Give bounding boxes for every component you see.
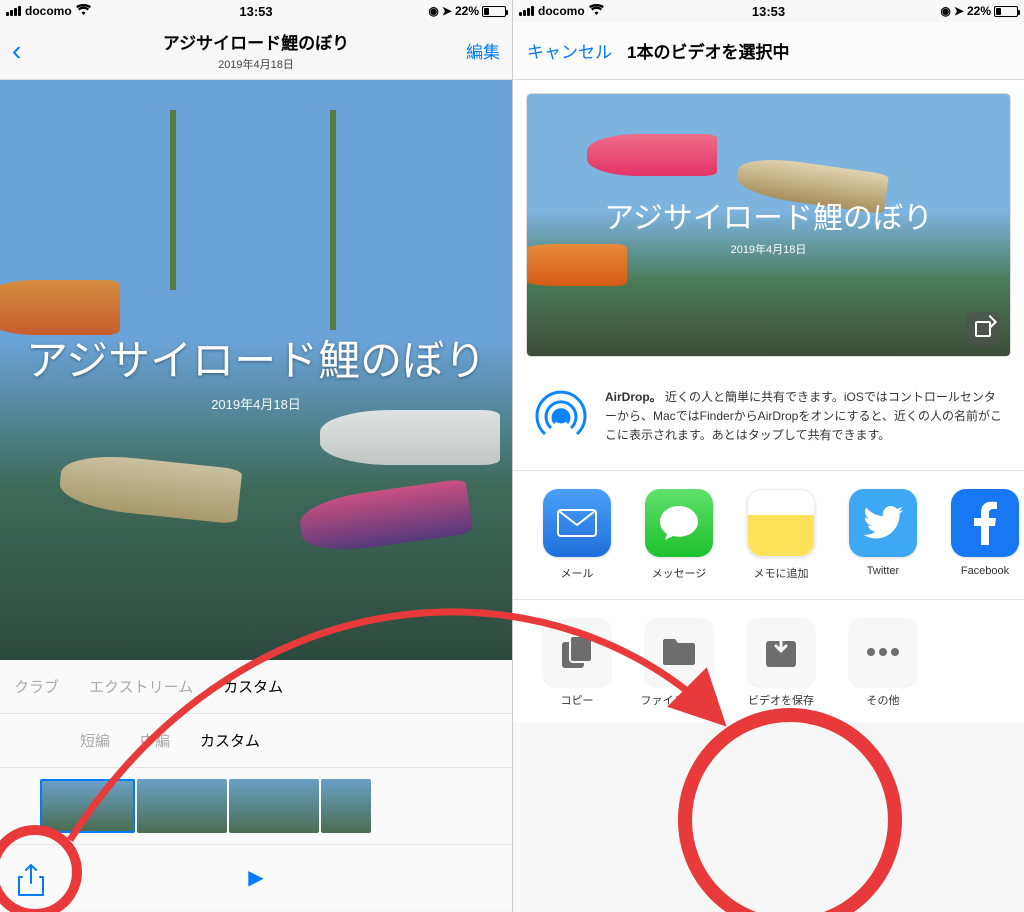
- battery-icon: [994, 6, 1018, 17]
- share-app-twitter[interactable]: Twitter: [841, 489, 925, 581]
- action-copy[interactable]: コピー: [535, 618, 619, 708]
- style-option[interactable]: エクストリーム: [89, 676, 193, 697]
- share-sheet-screen: docomo 13:53 ◉ ➤ 22% キャンセル 1本のビデオを選択中 アジ…: [512, 0, 1024, 912]
- share-app-notes[interactable]: メモに追加: [739, 489, 823, 581]
- koinobori-deco: [58, 451, 243, 525]
- share-button[interactable]: [18, 864, 44, 894]
- facebook-icon: [951, 489, 1019, 557]
- length-option[interactable]: 中編: [140, 730, 170, 751]
- action-save-video[interactable]: ビデオを保存: [739, 618, 823, 708]
- status-time: 13:53: [513, 4, 1024, 19]
- airdrop-text: AirDrop。 近くの人と簡単に共有できます。iOSではコントロールセンターか…: [605, 388, 1004, 446]
- airdrop-icon: [533, 388, 589, 444]
- thumb-date: 2019年4月18日: [731, 241, 807, 257]
- copy-icon: [543, 618, 611, 686]
- action-label: ファイルに保存: [637, 694, 721, 708]
- app-label: メール: [535, 565, 619, 581]
- clip-thumbnail[interactable]: [229, 779, 319, 833]
- clip-thumbnail[interactable]: [40, 779, 135, 833]
- download-icon: [747, 618, 815, 686]
- more-icon: [849, 618, 917, 686]
- memory-editor-screen: docomo 13:53 ◉ ➤ 22% ‹ アジサイロード鯉のぼり 2019年…: [0, 0, 512, 912]
- app-label: Facebook: [943, 565, 1024, 577]
- action-label: ビデオを保存: [739, 694, 823, 708]
- video-thumbnail[interactable]: アジサイロード鯉のぼり 2019年4月18日: [527, 94, 1010, 356]
- flagpole-deco: [170, 110, 176, 290]
- length-option[interactable]: 短編: [80, 730, 110, 751]
- battery-icon: [482, 6, 506, 17]
- clip-thumbnail[interactable]: [137, 779, 227, 833]
- airdrop-heading: AirDrop。: [605, 390, 662, 404]
- back-button[interactable]: ‹: [12, 37, 72, 65]
- folder-icon: [645, 618, 713, 686]
- app-label: メモに追加: [739, 565, 823, 581]
- page-subtitle: 2019年4月18日: [72, 56, 440, 72]
- action-more[interactable]: その他: [841, 618, 925, 708]
- fullscreen-button[interactable]: [966, 312, 1000, 346]
- style-option-selected[interactable]: カスタム: [223, 676, 283, 697]
- koinobori-deco: [527, 244, 627, 286]
- koinobori-deco: [320, 410, 500, 465]
- selected-media-area: アジサイロード鯉のぼり 2019年4月18日: [513, 80, 1024, 370]
- airdrop-description: 近くの人と簡単に共有できます。iOSではコントロールセンターから、MacではFi…: [605, 390, 1002, 442]
- messages-icon: [645, 489, 713, 557]
- play-button[interactable]: ▶: [248, 865, 263, 890]
- share-app-row[interactable]: メール メッセージ メモに追加 Twitter Facebook: [513, 471, 1024, 600]
- bottom-toolbar: ▶: [0, 844, 512, 910]
- memory-preview[interactable]: アジサイロード鯉のぼり 2019年4月18日: [0, 80, 512, 660]
- action-save-to-files[interactable]: ファイルに保存: [637, 618, 721, 708]
- page-title: アジサイロード鯉のぼり: [72, 29, 440, 54]
- length-option-selected[interactable]: カスタム: [200, 730, 260, 751]
- length-picker-row[interactable]: 短編 中編 カスタム: [0, 714, 512, 768]
- action-label: その他: [841, 694, 925, 708]
- app-label: メッセージ: [637, 565, 721, 581]
- flagpole-deco: [330, 110, 336, 330]
- cancel-button[interactable]: キャンセル: [527, 38, 627, 63]
- app-label: Twitter: [841, 565, 925, 577]
- share-app-mail[interactable]: メール: [535, 489, 619, 581]
- status-bar: docomo 13:53 ◉ ➤ 22%: [0, 0, 512, 22]
- chevron-left-icon: ‹: [12, 35, 21, 66]
- edit-button[interactable]: 編集: [440, 38, 500, 63]
- notes-icon: [747, 489, 815, 557]
- status-time: 13:53: [0, 4, 512, 19]
- share-app-messages[interactable]: メッセージ: [637, 489, 721, 581]
- share-action-row[interactable]: コピー ファイルに保存 ビデオを保存 その他: [513, 600, 1024, 722]
- expand-icon: [975, 321, 991, 337]
- mail-icon: [543, 489, 611, 557]
- style-option[interactable]: クラブ: [14, 676, 59, 697]
- status-bar: docomo 13:53 ◉ ➤ 22%: [513, 0, 1024, 22]
- hero-date: 2019年4月18日: [211, 394, 301, 413]
- share-title: 1本のビデオを選択中: [627, 38, 789, 63]
- action-label: コピー: [535, 694, 619, 708]
- thumb-title: アジサイロード鯉のぼり: [604, 193, 933, 237]
- twitter-icon: [849, 489, 917, 557]
- style-picker-row[interactable]: クラブ エクストリーム カスタム: [0, 660, 512, 714]
- clip-thumbnail[interactable]: [321, 779, 371, 833]
- airdrop-section[interactable]: AirDrop。 近くの人と簡単に共有できます。iOSではコントロールセンターか…: [513, 370, 1024, 471]
- timeline[interactable]: [0, 768, 512, 844]
- koinobori-deco: [297, 478, 473, 556]
- share-app-facebook[interactable]: Facebook: [943, 489, 1024, 581]
- hero-title: アジサイロード鯉のぼり: [26, 327, 486, 388]
- koinobori-deco: [587, 134, 717, 176]
- nav-bar: ‹ アジサイロード鯉のぼり 2019年4月18日 編集: [0, 22, 512, 80]
- share-nav-bar: キャンセル 1本のビデオを選択中: [513, 22, 1024, 80]
